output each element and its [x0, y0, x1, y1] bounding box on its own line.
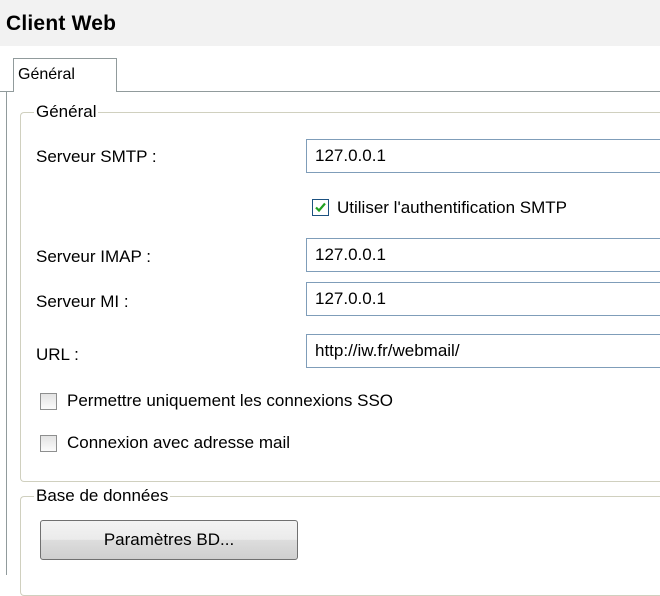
sso-only-checkbox[interactable]	[40, 393, 57, 410]
smtp-server-input[interactable]: 127.0.0.1	[306, 139, 660, 173]
smtp-auth-label: Utiliser l'authentification SMTP	[337, 198, 567, 217]
mi-server-input[interactable]: 127.0.0.1	[306, 282, 660, 316]
imap-server-input[interactable]: 127.0.0.1	[306, 238, 660, 272]
url-input[interactable]: http://iw.fr/webmail/	[306, 334, 660, 368]
sso-only-label: Permettre uniquement les connexions SSO	[67, 391, 394, 410]
checkmark-icon	[315, 202, 326, 213]
smtp-auth-checkbox[interactable]	[312, 199, 329, 216]
smtp-server-label: Serveur SMTP :	[36, 147, 157, 166]
general-group-legend: Général	[34, 102, 99, 121]
tab-general[interactable]: Général	[13, 58, 117, 92]
page-title: Client Web	[6, 12, 117, 35]
tab-panel-border	[6, 92, 7, 575]
url-label: URL :	[36, 345, 79, 364]
mi-server-label: Serveur MI :	[36, 292, 129, 311]
login-with-email-checkbox[interactable]	[40, 435, 57, 452]
login-with-email-label: Connexion avec adresse mail	[67, 433, 291, 452]
database-group-legend: Base de données	[34, 486, 171, 505]
imap-server-label: Serveur IMAP :	[36, 247, 151, 266]
tab-strip-border	[117, 91, 660, 92]
db-settings-button[interactable]: Paramètres BD...	[40, 520, 298, 560]
